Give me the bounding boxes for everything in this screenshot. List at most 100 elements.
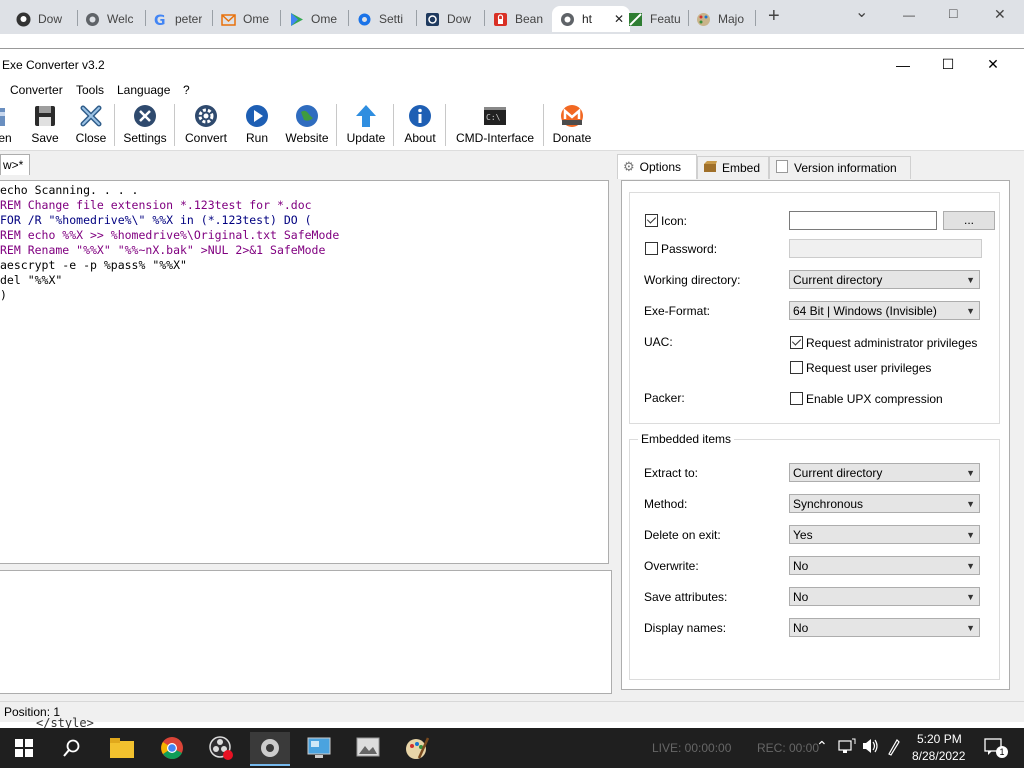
chevron-up-icon[interactable]: ⌃ (816, 738, 828, 755)
update-button[interactable]: Update (343, 102, 389, 148)
run-icon (245, 104, 269, 128)
uac-admin-label: Request administrator privileges (806, 336, 978, 350)
search-icon[interactable] (52, 732, 92, 764)
browser-tab[interactable]: Dow (16, 6, 74, 32)
tab-version-information[interactable]: Version information (769, 156, 911, 179)
chevron-down-icon: ▼ (966, 275, 975, 285)
editor-file-tab[interactable]: w>* (0, 154, 30, 175)
browser-tab[interactable]: Setti (357, 6, 409, 32)
menu-converter[interactable]: Converter (10, 83, 63, 97)
browser-tab[interactable]: Ome (221, 6, 273, 32)
minimize-button[interactable]: — (880, 49, 926, 80)
settings-app-icon[interactable] (250, 732, 290, 766)
password-checkbox[interactable] (645, 242, 658, 255)
volume-icon[interactable] (862, 738, 880, 757)
icon-checkbox[interactable] (645, 214, 658, 227)
run-button[interactable]: Run (243, 102, 271, 148)
delete-on-exit-value: Yes (793, 528, 813, 542)
menu-help[interactable]: ? (183, 83, 190, 97)
convert-button[interactable]: Convert (182, 102, 230, 148)
monitor-app-icon[interactable] (299, 732, 339, 764)
packer-label: Packer: (644, 391, 685, 405)
website-globe-icon (295, 104, 319, 128)
browser-maximize-button[interactable]: □ (949, 5, 957, 21)
taskbar: LIVE: 00:00:00 REC: 00:00 ⌃ 5:20 PM 8/28… (0, 728, 1024, 768)
browser-tab[interactable]: Featu (628, 6, 683, 32)
save-button[interactable]: Save (29, 102, 61, 148)
about-button[interactable]: About (400, 102, 440, 148)
icon-path-input[interactable] (789, 211, 937, 230)
open-button[interactable]: en (0, 102, 18, 148)
exe-format-select[interactable]: 64 Bit | Windows (Invisible) ▼ (789, 301, 980, 320)
extract-to-select[interactable]: Current directory ▼ (789, 463, 980, 482)
chevron-down-icon: ▼ (966, 561, 975, 571)
browser-tab[interactable]: Majo (696, 6, 748, 32)
app-titlebar: Exe Converter v3.2 — ☐ ✕ (0, 49, 1024, 80)
settings-button[interactable]: Settings (121, 102, 169, 148)
cmd-interface-button[interactable]: C:\ CMD-Interface (452, 102, 538, 148)
tab-embed[interactable]: Embed (697, 156, 769, 179)
cmd-interface-label: CMD-Interface (455, 131, 535, 145)
menu-tools[interactable]: Tools (76, 83, 104, 97)
browser-tab-label: ht (582, 12, 593, 26)
browser-tab-active[interactable]: ht ✕ (552, 6, 630, 32)
website-button[interactable]: Website (283, 102, 331, 148)
working-directory-select[interactable]: Current directory ▼ (789, 270, 980, 289)
browser-tab[interactable]: Ome (289, 6, 341, 32)
tab-divider (280, 10, 281, 26)
output-panel[interactable] (0, 570, 612, 694)
save-attributes-select[interactable]: No ▼ (789, 587, 980, 606)
maximize-button[interactable]: ☐ (925, 49, 971, 80)
method-select[interactable]: Synchronous ▼ (789, 494, 980, 513)
clock-date[interactable]: 8/28/2022 (912, 749, 965, 763)
browser-tab-label: Featu (650, 12, 681, 26)
browser-tab[interactable]: Bean (493, 6, 545, 32)
delete-on-exit-select[interactable]: Yes ▼ (789, 525, 980, 544)
icon-browse-button[interactable]: ... (943, 211, 995, 230)
file-explorer-icon[interactable] (102, 732, 142, 764)
code-line: REM Rename "%%X" "%%~nX.bak" >NUL 2>&1 S… (0, 243, 326, 257)
document-icon (776, 160, 788, 176)
upx-checkbox[interactable] (790, 392, 803, 405)
uac-admin-checkbox[interactable] (790, 336, 803, 349)
paint-app-icon[interactable] (397, 732, 437, 764)
close-button[interactable]: ✕ (970, 49, 1016, 80)
browser-tab-label: Welc (107, 12, 134, 26)
password-input[interactable] (789, 239, 982, 258)
tab-options[interactable]: ⚙ Options (617, 154, 697, 179)
tab-search-button[interactable]: ⌄ (855, 2, 868, 22)
toolbar-divider (543, 104, 544, 146)
obs-icon[interactable] (201, 732, 241, 764)
chrome-icon[interactable] (152, 732, 192, 764)
extract-to-value: Current directory (793, 466, 883, 480)
uac-user-checkbox[interactable] (790, 361, 803, 374)
code-line: REM Change file extension *.123test for … (0, 198, 312, 212)
tab-divider (77, 10, 78, 26)
new-tab-button[interactable]: + (768, 5, 780, 28)
browser-tab[interactable]: Dow (425, 6, 477, 32)
browser-close-button[interactable]: ✕ (994, 6, 1006, 23)
tab-close-icon[interactable]: ✕ (614, 12, 624, 26)
website-label: Website (285, 131, 329, 145)
photos-app-icon[interactable] (348, 732, 388, 764)
status-bar: Position: 1 (0, 701, 1024, 722)
tab-divider (348, 10, 349, 26)
close-file-button[interactable]: Close (74, 102, 108, 148)
pen-icon[interactable] (886, 738, 900, 759)
start-icon[interactable] (4, 732, 44, 764)
globe-icon (560, 12, 575, 27)
network-icon[interactable] (838, 738, 856, 757)
run-label: Run (245, 131, 268, 145)
overwrite-select[interactable]: No ▼ (789, 556, 980, 575)
browser-minimize-button[interactable]: — (903, 8, 915, 22)
general-options-group: Icon: ... Password: Working directory: C… (629, 192, 1000, 424)
app-window: Exe Converter v3.2 — ☐ ✕ Converter Tools… (0, 48, 1024, 722)
clock-time[interactable]: 5:20 PM (917, 732, 962, 746)
menu-language[interactable]: Language (117, 83, 170, 97)
browser-tab[interactable]: Welc (85, 6, 140, 32)
donate-button[interactable]: Donate (550, 102, 594, 148)
display-names-select[interactable]: No ▼ (789, 618, 980, 637)
tab-embed-label: Embed (722, 161, 761, 175)
browser-tab[interactable]: G peter (153, 6, 208, 32)
code-editor[interactable]: echo Scanning. . . . REM Change file ext… (0, 180, 609, 564)
